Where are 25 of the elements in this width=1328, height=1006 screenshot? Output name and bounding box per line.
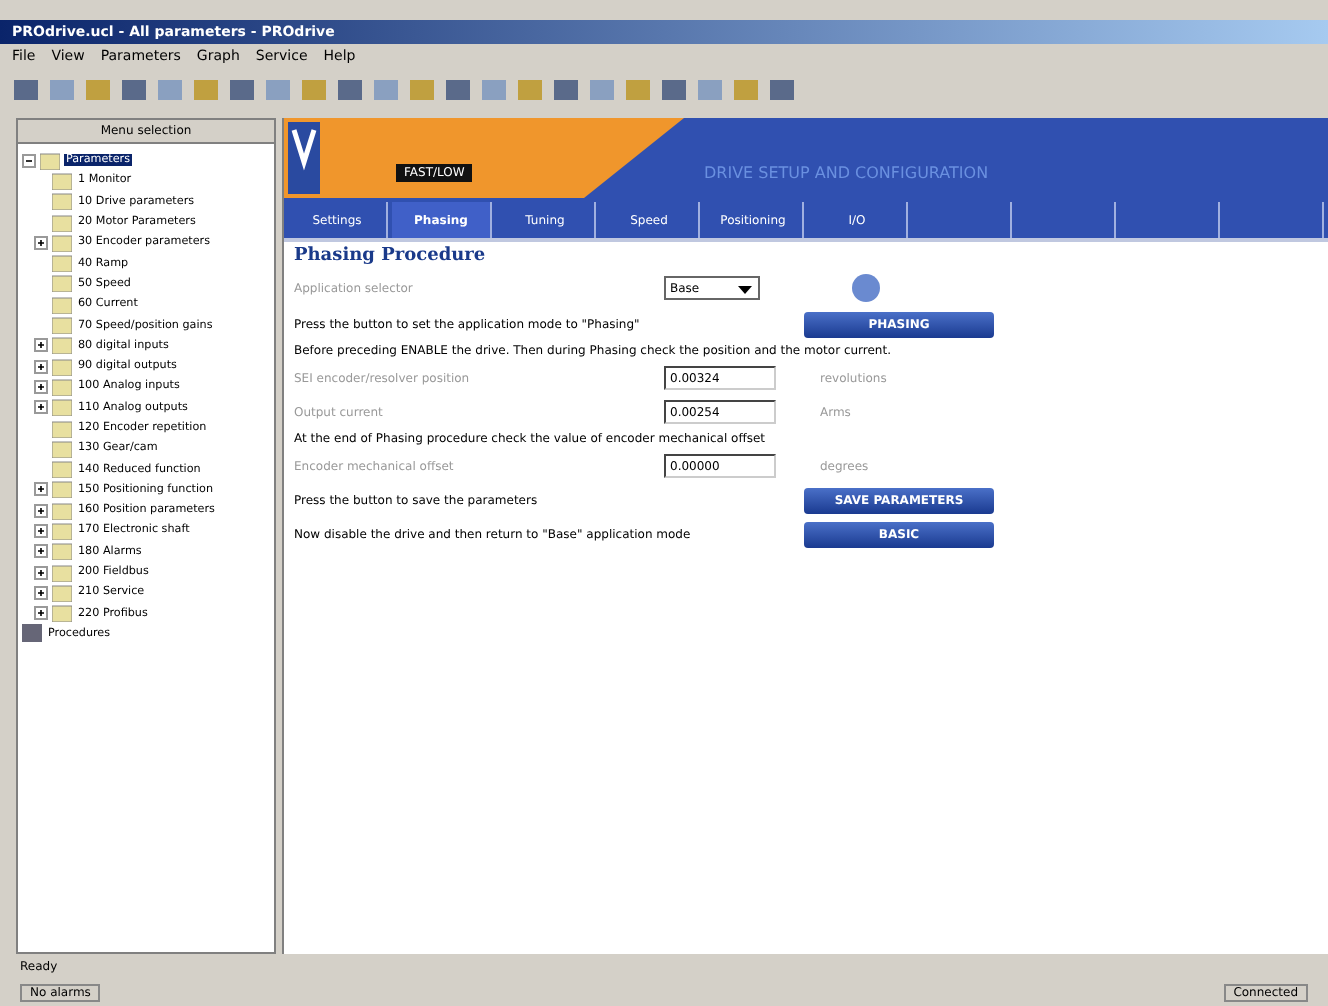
toolbar-icon[interactable] [444, 76, 472, 104]
plus-icon[interactable] [34, 400, 48, 415]
plus-icon[interactable] [34, 544, 48, 559]
minus-icon[interactable] [22, 153, 36, 168]
toolbar-icon[interactable] [336, 76, 364, 104]
plus-icon[interactable] [34, 565, 48, 580]
toolbar-icon[interactable] [552, 76, 580, 104]
plus-icon[interactable] [34, 606, 48, 621]
banner-title: DRIVE SETUP AND CONFIGURATION [704, 164, 989, 182]
logo-icon [288, 122, 320, 194]
toolbar-icon[interactable] [228, 76, 256, 104]
page-heading: Phasing Procedure [294, 246, 488, 266]
plus-icon[interactable] [34, 585, 48, 600]
plus-icon[interactable] [34, 503, 48, 518]
plus-icon[interactable] [34, 338, 48, 353]
plus-icon[interactable] [34, 523, 48, 538]
plus-icon[interactable] [34, 482, 48, 497]
book-icon [22, 624, 42, 643]
toolbar-icon[interactable] [12, 76, 40, 104]
plus-icon[interactable] [34, 235, 48, 250]
toolbar-icon[interactable] [120, 76, 148, 104]
toolbar-icon[interactable] [660, 76, 688, 104]
plus-icon[interactable] [34, 379, 48, 394]
toolbar-icon[interactable] [768, 76, 796, 104]
plus-icon[interactable] [34, 359, 48, 374]
